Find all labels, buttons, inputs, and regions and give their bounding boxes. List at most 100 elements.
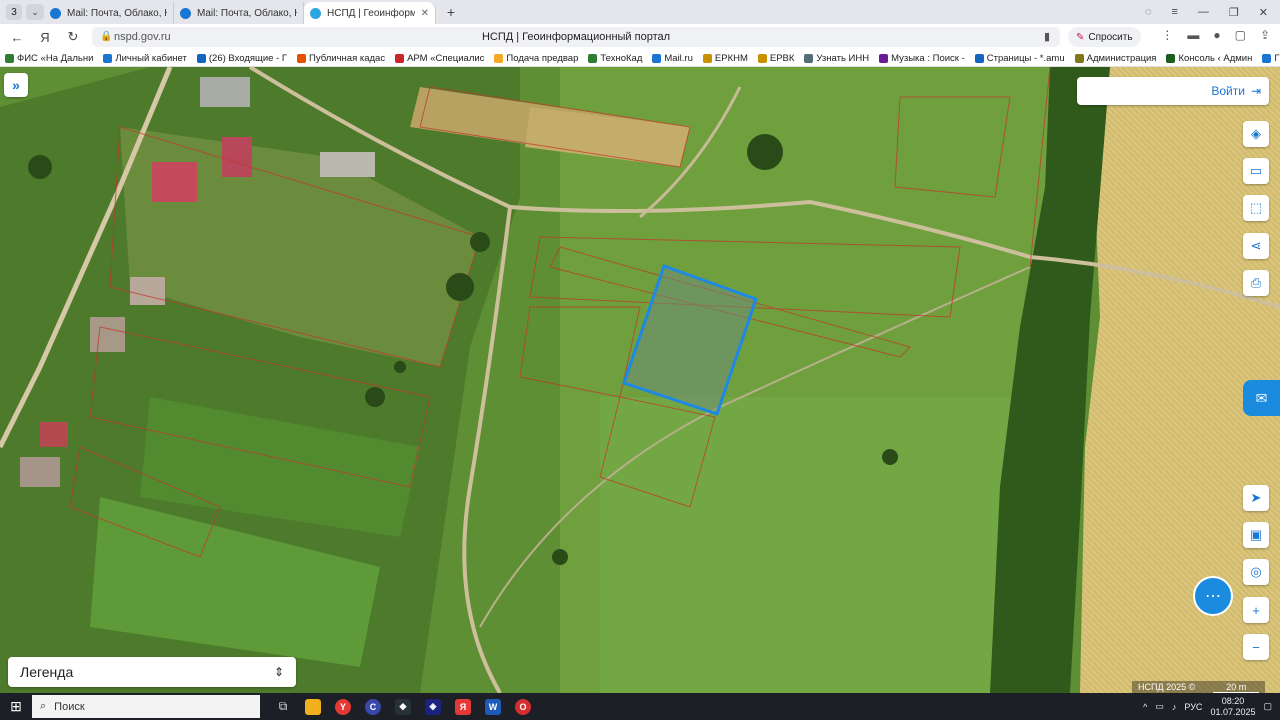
bookmark-favicon-icon — [1074, 53, 1084, 63]
close-window-icon[interactable]: ✕ — [1259, 6, 1268, 19]
taskbar-search[interactable]: ⌕ Поиск — [32, 695, 260, 718]
bookmark-item[interactable]: АРМ «Специалис — [390, 53, 489, 64]
tab-count-badge[interactable]: 3 — [6, 4, 22, 20]
bookmark-item[interactable]: (26) Входящие - Г — [192, 53, 292, 64]
bookmark-item[interactable]: ЕРВК — [753, 53, 800, 64]
bookmark-favicon-icon — [974, 53, 984, 63]
chat-bubble-icon: ✉ — [1255, 389, 1268, 406]
minimize-icon[interactable]: — — [1198, 6, 1209, 18]
ask-button[interactable]: ✎ Спросить — [1068, 27, 1141, 47]
bookmark-item[interactable]: Личный кабинет — [98, 53, 191, 64]
bookmark-item[interactable]: ЕРКНМ — [698, 53, 753, 64]
bookmark-icon[interactable]: ▮ — [1044, 30, 1050, 43]
share-button[interactable]: ⋖ — [1243, 233, 1269, 259]
tab-mail-1[interactable]: Mail: Почта, Облако, Кале — [44, 2, 174, 24]
print-icon: ⎙ — [1250, 275, 1262, 290]
app-shield-icon[interactable]: ◆ — [388, 693, 418, 720]
url-field[interactable]: 🔒 nspd.gov.ru НСПД | Геоинформационный п… — [92, 27, 1060, 47]
geolocation-button[interactable]: ◎ — [1243, 559, 1269, 585]
word-icon[interactable]: W — [478, 693, 508, 720]
windows-start-icon[interactable]: ⊞ — [0, 693, 32, 720]
network-icon[interactable]: ▭ — [1155, 701, 1164, 712]
bookmark-label: Публичная кадас — [309, 52, 386, 64]
bookmark-item[interactable]: Подача предвар — [489, 53, 583, 64]
bookmark-label: Подача предвар — [506, 52, 579, 64]
legend-dropdown[interactable]: Легенда ⇕ — [8, 657, 296, 687]
reload-icon[interactable]: ↻ — [62, 26, 84, 48]
file-explorer-icon[interactable] — [298, 693, 328, 720]
login-arrow-icon: ⇥ — [1250, 84, 1261, 98]
bookmark-item[interactable]: ТехноКад — [583, 53, 647, 64]
bookmark-item[interactable]: Администрация — [1070, 53, 1162, 64]
tab-nspd[interactable]: НСПД | Геоинформаци ✕ — [304, 2, 436, 24]
bookmark-item[interactable]: Публичная кадас — [292, 53, 390, 64]
extension-icon[interactable]: ▬ — [1187, 28, 1199, 42]
profile-icon[interactable]: ◌ — [1145, 6, 1152, 18]
bookmark-label: Личный кабинет — [115, 52, 187, 64]
bookmark-item[interactable]: ГИС — [1257, 53, 1280, 64]
bookmark-label: ТехноКад — [600, 52, 643, 64]
expand-panel-button[interactable]: » — [4, 73, 28, 97]
close-tab-icon[interactable]: ✕ — [421, 8, 429, 19]
lock-icon: 🔒 — [100, 31, 113, 42]
bookmark-item[interactable]: Музыка : Поиск - — [874, 53, 970, 64]
copyright-text: НСПД 2025 © — [1138, 682, 1196, 692]
measure-button[interactable]: ▭ — [1243, 158, 1269, 184]
bookmark-favicon-icon — [1262, 53, 1272, 63]
app-c-icon[interactable]: C — [358, 693, 388, 720]
search-placeholder: Поиск — [54, 700, 85, 713]
extension-icon[interactable]: ⇪ — [1260, 28, 1270, 42]
bookmark-label: Узнать ИНН — [816, 52, 870, 64]
feedback-button[interactable]: ✉ — [1243, 380, 1280, 416]
select-area-icon: ⬚ — [1249, 200, 1263, 215]
updown-chevron-icon: ⇕ — [273, 665, 284, 679]
bookmark-item[interactable]: Страницы - *.amu — [970, 53, 1070, 64]
back-arrow-icon[interactable]: ← — [6, 26, 28, 48]
select-area-button[interactable]: ⬚ — [1243, 195, 1269, 221]
layers-button[interactable]: ◈ — [1243, 121, 1269, 147]
notifications-icon[interactable]: ▢ — [1263, 701, 1272, 712]
bookmark-label: ГИС — [1274, 52, 1280, 64]
tab-list-chevron-icon[interactable]: ⌄ — [26, 4, 44, 20]
opera-icon[interactable]: O — [508, 693, 538, 720]
restore-icon[interactable]: ❐ — [1229, 6, 1239, 19]
more-icon[interactable]: ⋮ — [1161, 28, 1173, 42]
bookmark-item[interactable]: ФИС «На Дальни — [0, 53, 98, 64]
map-view[interactable]: » Войти ⇥ ◈ ▭ ⬚ ⋖ ⎙ ✉ ➤ ▣ ◎ + − ⋯ Легенд… — [0, 67, 1280, 693]
house-roof — [20, 457, 60, 487]
bookmark-item[interactable]: Mail.ru — [647, 53, 698, 64]
satellite-map[interactable] — [0, 67, 1280, 693]
extension-icon[interactable]: ● — [1213, 28, 1220, 42]
bookmark-item[interactable]: Узнать ИНН — [799, 53, 874, 64]
menu-icon[interactable]: ≡ — [1171, 6, 1177, 18]
volume-icon[interactable]: ♪ — [1172, 702, 1177, 712]
navigate-button[interactable]: ➤ — [1243, 485, 1269, 511]
minimap-icon: ▣ — [1249, 527, 1263, 542]
clock-date: 01.07.2025 — [1210, 706, 1256, 717]
login-button[interactable]: Войти ⇥ — [1077, 77, 1269, 105]
tray-chevron-icon[interactable]: ^ — [1143, 702, 1147, 712]
navigate-arrow-icon: ➤ — [1250, 490, 1262, 505]
yandex-browser-icon[interactable]: Y — [328, 693, 358, 720]
print-button[interactable]: ⎙ — [1243, 270, 1269, 296]
bookmark-favicon-icon — [395, 53, 405, 63]
location-icon: ◎ — [1250, 564, 1262, 579]
task-view-icon[interactable]: ⧉ — [268, 693, 298, 720]
windows-taskbar: ⊞ ⌕ Поиск ⧉ Y C ◆ ◈ Я W O ^ ▭ ♪ РУС 08:2… — [0, 693, 1280, 720]
clock-time: 08:20 — [1221, 695, 1245, 706]
chat-assistant-button[interactable]: ⋯ — [1193, 576, 1233, 616]
minus-icon: − — [1252, 639, 1260, 655]
extension-icon[interactable]: ▢ — [1235, 28, 1246, 42]
new-tab-plus-icon[interactable]: + — [442, 3, 460, 21]
bookmark-favicon-icon — [702, 53, 712, 63]
zoom-out-button[interactable]: − — [1243, 634, 1269, 660]
clock[interactable]: 08:20 01.07.2025 — [1210, 696, 1255, 718]
zoom-in-button[interactable]: + — [1243, 597, 1269, 623]
minimap-button[interactable]: ▣ — [1243, 522, 1269, 548]
bookmark-item[interactable]: Консоль ‹ Админ — [1161, 53, 1257, 64]
yandex-logo-icon[interactable]: Я — [34, 26, 56, 48]
app-emblem-icon[interactable]: ◈ — [418, 693, 448, 720]
yandex-icon[interactable]: Я — [448, 693, 478, 720]
language-indicator[interactable]: РУС — [1184, 702, 1202, 712]
tab-mail-2[interactable]: Mail: Почта, Облако, Кале — [174, 2, 304, 24]
